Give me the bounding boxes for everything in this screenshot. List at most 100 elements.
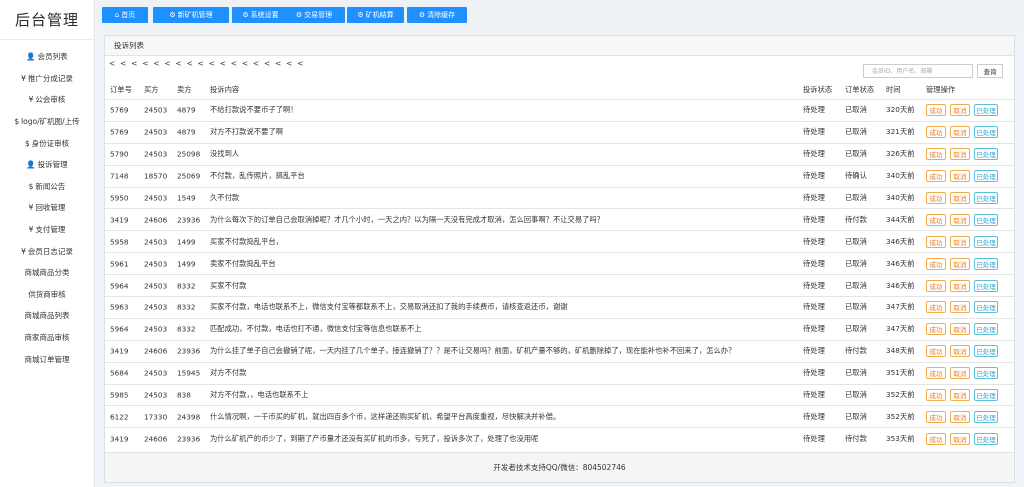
tab-4[interactable]: ⚙ 矿机结算	[347, 7, 404, 23]
sidebar-item[interactable]: 👤 投诉管理	[0, 154, 94, 176]
row-actions: 成功 取消 已处理	[926, 323, 998, 336]
processed-button[interactable]: 已处理	[974, 432, 998, 445]
complaint-status: 待处理	[803, 324, 825, 334]
cancel-button[interactable]: 取消	[950, 148, 970, 161]
cancel-button[interactable]: 取消	[950, 301, 970, 314]
cancel-button[interactable]: 取消	[950, 104, 970, 117]
processed-button[interactable]: 已处理	[974, 410, 998, 423]
table-row: 5963 24503 8332 买家不付款，电话也联系不上，微信支付宝等都联系不上，交…	[105, 296, 1014, 318]
cancel-button[interactable]: 取消	[950, 170, 970, 183]
order-status: 待付款	[845, 433, 867, 443]
success-button[interactable]: 成功	[926, 367, 946, 380]
success-button[interactable]: 成功	[926, 279, 946, 292]
success-button[interactable]: 成功	[926, 235, 946, 248]
success-button[interactable]: 成功	[926, 104, 946, 117]
gear-icon: ⚙	[169, 11, 176, 19]
cancel-button[interactable]: 取消	[950, 410, 970, 423]
order-id: 5961	[110, 259, 129, 269]
success-button[interactable]: 成功	[926, 192, 946, 204]
sidebar-item[interactable]: 商城订单管理	[0, 348, 94, 370]
sidebar-item[interactable]: $ 身份证审核	[0, 132, 94, 154]
processed-button[interactable]: 已处理	[974, 126, 998, 139]
success-button[interactable]: 成功	[926, 301, 946, 314]
complaint-status: 待处理	[803, 280, 825, 290]
cancel-button[interactable]: 取消	[950, 389, 970, 402]
seller-id: 23936	[177, 215, 201, 225]
complaint-content: 买家不付款	[210, 280, 247, 290]
success-button[interactable]: 成功	[926, 213, 946, 226]
search-input[interactable]	[863, 64, 973, 78]
success-button[interactable]: 成功	[926, 126, 946, 139]
tab-3[interactable]: ⚙ 交易管理	[283, 7, 345, 23]
processed-button[interactable]: 已处理	[974, 301, 998, 314]
tab-0[interactable]: ⌂ 首页	[102, 7, 148, 23]
cancel-button[interactable]: 取消	[950, 279, 970, 292]
order-id: 7148	[110, 171, 129, 181]
sidebar-item[interactable]: ¥ 回收管理	[0, 197, 94, 219]
success-button[interactable]: 成功	[926, 432, 946, 445]
cancel-button[interactable]: 取消	[950, 126, 970, 139]
success-button[interactable]: 成功	[926, 148, 946, 161]
sidebar-item[interactable]: 供货商审核	[0, 284, 94, 306]
processed-button[interactable]: 已处理	[974, 367, 998, 380]
order-id: 5790	[110, 149, 129, 159]
processed-button[interactable]: 已处理	[974, 257, 998, 270]
order-id: 6122	[110, 412, 129, 422]
cancel-button[interactable]: 取消	[950, 192, 970, 204]
cancel-button[interactable]: 取消	[950, 213, 970, 226]
sidebar-item[interactable]: 商城商品分类	[0, 262, 94, 284]
search-button[interactable]: 查询	[977, 64, 1003, 78]
sidebar-item[interactable]: 商城商品列表	[0, 305, 94, 327]
processed-button[interactable]: 已处理	[974, 235, 998, 248]
processed-button[interactable]: 已处理	[974, 170, 998, 183]
processed-button[interactable]: 已处理	[974, 279, 998, 292]
top-nav: ⌂ 首页 ⚙ 新矿机管理 ⚙ 系统设置 ⚙ 交易管理 ⚙ 矿机结算 ⚙ 清除缓存	[97, 0, 1024, 30]
sidebar-item[interactable]: ¥ 推广分成记录	[0, 68, 94, 90]
tab-5[interactable]: ⚙ 清除缓存	[407, 7, 467, 23]
tab-2[interactable]: ⚙ 系统设置	[232, 7, 289, 23]
processed-button[interactable]: 已处理	[974, 148, 998, 161]
pager-links[interactable]: < < < < < < < < < < < < < < < < < <	[109, 59, 305, 68]
buyer-id: 24606	[144, 434, 168, 444]
cancel-button[interactable]: 取消	[950, 235, 970, 248]
sidebar-item[interactable]: ¥ 公会审核	[0, 89, 94, 111]
sidebar-item[interactable]: $ logo/矿机图/上传	[0, 111, 94, 133]
order-status: 已取消	[845, 411, 867, 421]
processed-button[interactable]: 已处理	[974, 213, 998, 226]
processed-button[interactable]: 已处理	[974, 389, 998, 402]
processed-button[interactable]: 已处理	[974, 192, 998, 204]
col-order-status: 订单状态	[845, 85, 875, 94]
row-actions: 成功 取消 已处理	[926, 104, 998, 117]
success-button[interactable]: 成功	[926, 170, 946, 183]
time: 346天前	[886, 280, 915, 290]
success-button[interactable]: 成功	[926, 389, 946, 402]
processed-button[interactable]: 已处理	[974, 323, 998, 336]
cancel-button[interactable]: 取消	[950, 367, 970, 380]
success-button[interactable]: 成功	[926, 323, 946, 336]
processed-button[interactable]: 已处理	[974, 104, 998, 117]
sidebar-item[interactable]: ¥ 支付管理	[0, 219, 94, 241]
order-status: 待付款	[845, 214, 867, 224]
cancel-button[interactable]: 取消	[950, 345, 970, 358]
cancel-button[interactable]: 取消	[950, 257, 970, 270]
sidebar-item-label: 会员日志记录	[27, 246, 73, 256]
table-row: 3419 24606 23936 为什么每次下的订单自己会取消掉呢？才几个小时，一天之…	[105, 208, 1014, 230]
sidebar-item[interactable]: ¥ 会员日志记录	[0, 240, 94, 262]
sidebar-item[interactable]: 商家商品审核	[0, 327, 94, 349]
processed-button[interactable]: 已处理	[974, 345, 998, 358]
success-button[interactable]: 成功	[926, 410, 946, 423]
time: 347天前	[886, 302, 915, 312]
buyer-id: 17330	[144, 412, 168, 422]
seller-id: 1499	[177, 259, 196, 269]
complaint-content: 卖家不付款捣乱平台	[210, 258, 276, 268]
cancel-button[interactable]: 取消	[950, 432, 970, 445]
complaint-status: 待处理	[803, 258, 825, 268]
sidebar-item[interactable]: 👤 会员列表	[0, 46, 94, 68]
tab-1[interactable]: ⚙ 新矿机管理	[153, 7, 229, 23]
cancel-button[interactable]: 取消	[950, 323, 970, 336]
success-button[interactable]: 成功	[926, 257, 946, 270]
sidebar-item[interactable]: $ 新闻公告	[0, 176, 94, 198]
success-button[interactable]: 成功	[926, 345, 946, 358]
table-row: 3419 24606 23936 为什么挂了单子自己会撤销了呢，一天内挂了几个单子，接…	[105, 339, 1014, 362]
tab-label: 首页	[121, 11, 136, 19]
